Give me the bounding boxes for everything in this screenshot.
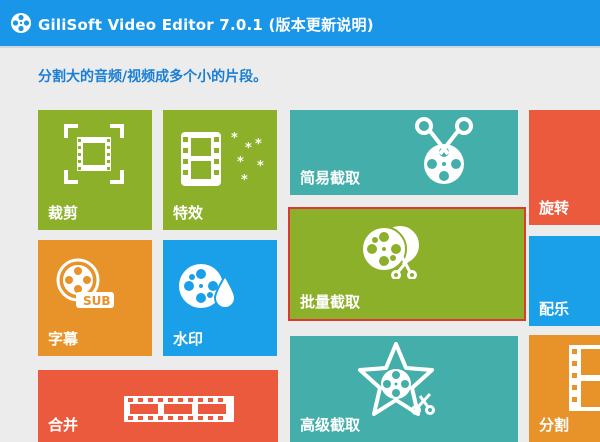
svg-text:*: * xyxy=(237,155,244,170)
effects-label: 特效 xyxy=(173,204,204,222)
rotate-label: 旋转 xyxy=(539,199,570,217)
svg-text:*: * xyxy=(241,173,248,188)
merge-tile[interactable]: 合并 xyxy=(38,370,278,442)
merge-label: 合并 xyxy=(48,416,79,434)
window-title: GiliSoft Video Editor 7.0.1 (版本更新说明) xyxy=(38,16,374,34)
dub-label: 配乐 xyxy=(539,300,570,318)
advanced-cut-tile[interactable]: 高级截取 xyxy=(290,336,518,442)
batch-cut-tile[interactable]: 批量截取 xyxy=(290,209,524,319)
svg-text:*: * xyxy=(255,137,262,152)
simple-cut-tile[interactable]: 简易截取 xyxy=(290,110,518,195)
split-tile[interactable]: 分割 xyxy=(529,335,600,442)
simple-cut-label: 简易截取 xyxy=(300,169,361,187)
subtitle-tile[interactable]: SUB 字幕 xyxy=(38,240,152,356)
film-strip-icon xyxy=(124,396,234,422)
sub-reel-icon: SUB xyxy=(56,258,114,308)
film-strip-icon xyxy=(569,345,600,411)
star-reel-icon xyxy=(358,342,435,416)
film-effects-icon: ** ** ** xyxy=(181,131,264,188)
svg-text:*: * xyxy=(245,141,252,156)
film-reel-icon xyxy=(11,13,31,33)
svg-text:*: * xyxy=(257,159,264,174)
subtitle-label: 字幕 xyxy=(48,330,79,348)
scissors-reel-icon xyxy=(415,117,473,184)
reel-drop-icon xyxy=(179,264,237,309)
svg-text:*: * xyxy=(231,131,238,146)
watermark-label: 水印 xyxy=(173,330,204,348)
crop-tile[interactable]: 裁剪 xyxy=(38,110,152,230)
feature-description: 分割大的音频/视频成多个小的片段。 xyxy=(38,69,268,85)
svg-text:SUB: SUB xyxy=(83,294,111,308)
advanced-cut-label: 高级截取 xyxy=(300,416,361,434)
reels-scissors-icon xyxy=(361,224,421,279)
dub-tile[interactable]: 配乐 xyxy=(529,236,600,326)
effects-tile[interactable]: * * * * * * 特效 xyxy=(163,110,277,230)
watermark-tile[interactable]: 水印 xyxy=(163,240,277,356)
crop-label: 裁剪 xyxy=(48,204,79,222)
rotate-tile[interactable]: 旋转 xyxy=(529,110,600,225)
title-bar: GiliSoft Video Editor 7.0.1 (版本更新说明) xyxy=(0,0,600,46)
crop-frame-icon xyxy=(64,124,124,184)
batch-cut-label: 批量截取 xyxy=(300,293,361,311)
split-label: 分割 xyxy=(539,416,570,434)
